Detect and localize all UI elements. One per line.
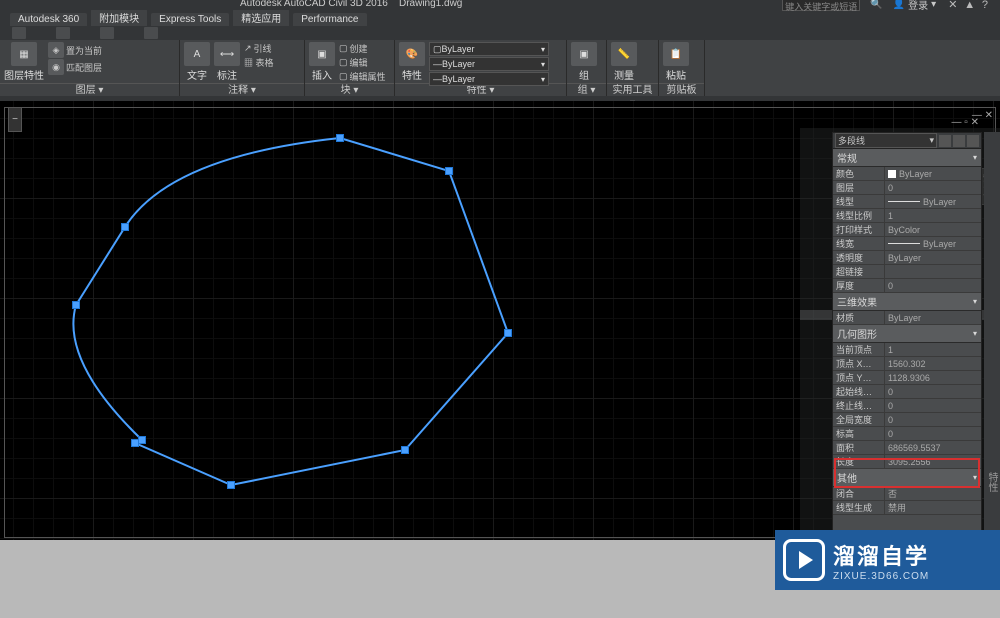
lineweight-dropdown[interactable]: — ByLayer xyxy=(429,57,549,71)
prop-area: 686569.5537 xyxy=(885,441,981,454)
pal-icon-3[interactable] xyxy=(967,135,979,147)
prop-global-width[interactable]: 0 xyxy=(885,413,981,426)
section-geometry[interactable]: 几何图形▾ xyxy=(833,325,981,343)
prop-length: 3095.2556 xyxy=(885,455,981,468)
panel-annotation[interactable]: 注释 ▾ xyxy=(180,83,304,96)
match-layer-button[interactable]: ◉匹配图层 xyxy=(48,59,102,75)
play-icon xyxy=(783,539,825,581)
grip-icon[interactable] xyxy=(504,329,512,337)
quick-access xyxy=(0,26,1000,40)
tab-addons[interactable]: 附加模块 xyxy=(91,9,147,26)
prop-linetype[interactable]: ByLayer xyxy=(885,195,981,208)
panel-clipboard[interactable]: 剪贴板 xyxy=(659,83,704,96)
tab-express[interactable]: Express Tools xyxy=(151,13,229,26)
linetype-dropdown[interactable]: — ByLayer xyxy=(429,72,549,86)
paste-button[interactable]: 📋粘贴 xyxy=(663,42,689,82)
palette-bar-label: 特性 xyxy=(984,472,999,492)
measure-button[interactable]: 📏测量 xyxy=(611,42,637,82)
text-button[interactable]: A文字 xyxy=(184,42,210,82)
section-misc[interactable]: 其他▾ xyxy=(833,469,981,487)
prop-closed[interactable]: 否 xyxy=(885,487,981,500)
insert-button[interactable]: ▣插入 xyxy=(309,42,335,82)
prop-linetype-gen[interactable]: 禁用 xyxy=(885,501,981,514)
exchange-icon[interactable]: ✕ xyxy=(948,0,957,11)
grip-icon[interactable] xyxy=(227,481,235,489)
qa-3[interactable] xyxy=(100,27,114,39)
prop-current-vertex[interactable]: 1 xyxy=(885,343,981,356)
pal-icon-2[interactable] xyxy=(953,135,965,147)
app-title: Autodesk AutoCAD Civil 3D 2016 xyxy=(240,0,388,9)
section-general[interactable]: 常规▾ xyxy=(833,149,981,167)
edit-block-button[interactable]: ▢编辑 xyxy=(339,56,386,69)
user-menu[interactable]: 👤 登录 ▾ xyxy=(893,0,936,12)
prop-material[interactable]: ByLayer xyxy=(885,311,981,324)
properties-button[interactable]: 🎨特性 xyxy=(399,42,425,82)
search-input[interactable]: 键入关键字或短语 xyxy=(782,0,860,11)
grip-icon[interactable] xyxy=(121,223,129,231)
leader-button[interactable]: ↗引线 xyxy=(244,42,274,55)
watermark-logo: 溜溜自学 ZIXUE.3D66.COM xyxy=(775,530,1000,590)
pal-icon-1[interactable] xyxy=(939,135,951,147)
group-button[interactable]: ▣组 xyxy=(571,42,597,82)
create-block-button[interactable]: ▢创建 xyxy=(339,42,386,55)
tab-featured[interactable]: 精选应用 xyxy=(233,9,289,26)
grip-icon[interactable] xyxy=(72,301,80,309)
dimension-button[interactable]: ⟷标注 xyxy=(214,42,240,82)
color-dropdown[interactable]: ▢ ByLayer xyxy=(429,42,549,56)
grip-icon[interactable] xyxy=(445,167,453,175)
panel-utilities[interactable]: 实用工具 ▾ xyxy=(607,83,658,96)
grip-icon[interactable] xyxy=(138,436,146,444)
prop-ltscale[interactable]: 1 xyxy=(885,209,981,222)
cloud-icon[interactable]: ▲ xyxy=(964,0,975,11)
polyline-selection[interactable] xyxy=(0,101,820,541)
grip-icon[interactable] xyxy=(401,446,409,454)
tab-perf[interactable]: Performance xyxy=(293,13,366,26)
edit-attr-button[interactable]: ▢编辑属性 xyxy=(339,70,386,83)
prop-plot[interactable]: ByColor xyxy=(885,223,981,236)
ribbon-tabs: Autodesk 360 附加模块 Express Tools 精选应用 Per… xyxy=(0,10,1000,26)
prop-vertex-y[interactable]: 1128.9306 xyxy=(885,371,981,384)
prop-elevation[interactable]: 0 xyxy=(885,427,981,440)
file-name: Drawing1.dwg xyxy=(399,0,462,9)
palette-close-icon[interactable]: — ▫ ✕ xyxy=(952,117,979,128)
qa-2[interactable] xyxy=(56,27,70,39)
prop-vertex-x[interactable]: 1560.302 xyxy=(885,357,981,370)
help-icon[interactable]: ? xyxy=(982,0,988,11)
make-current-button[interactable]: ◈置为当前 xyxy=(48,42,102,58)
palette-bar[interactable]: 特性 xyxy=(984,132,1000,532)
layer-properties-button[interactable]: ▦图层特性 xyxy=(4,42,44,82)
qa-1[interactable] xyxy=(12,27,26,39)
prop-color[interactable]: ByLayer xyxy=(885,167,981,180)
table-button[interactable]: ▦ 表格 xyxy=(244,56,274,69)
prop-start-width[interactable]: 0 xyxy=(885,385,981,398)
prop-end-width[interactable]: 0 xyxy=(885,399,981,412)
panel-group[interactable]: 组 ▾ xyxy=(567,83,606,96)
tab-a360[interactable]: Autodesk 360 xyxy=(10,13,87,26)
panel-layer[interactable]: 图层 ▾ xyxy=(0,83,179,96)
titlebar: Autodesk AutoCAD Civil 3D 2016 Drawing1.… xyxy=(0,0,1000,10)
grip-icon[interactable] xyxy=(336,134,344,142)
prop-lineweight[interactable]: ByLayer xyxy=(885,237,981,250)
prop-transparency[interactable]: ByLayer xyxy=(885,251,981,264)
panel-block[interactable]: 块 ▾ xyxy=(305,83,394,96)
object-type-dropdown[interactable]: 多段线▾ xyxy=(835,133,937,148)
qa-4[interactable] xyxy=(144,27,158,39)
prop-hyperlink[interactable] xyxy=(885,265,981,278)
properties-palette[interactable]: — ▫ ✕ 多段线▾ 常规▾ 颜色ByLayer 图层0 线型ByLayer 线… xyxy=(832,132,982,532)
section-3d[interactable]: 三维效果▾ xyxy=(833,293,981,311)
ribbon: ▦图层特性 ◈置为当前 ◉匹配图层 图层 ▾ A文字 ⟷标注 ↗引线 ▦ 表格 … xyxy=(0,40,1000,96)
prop-layer[interactable]: 0 xyxy=(885,181,981,194)
prop-thickness[interactable]: 0 xyxy=(885,279,981,292)
